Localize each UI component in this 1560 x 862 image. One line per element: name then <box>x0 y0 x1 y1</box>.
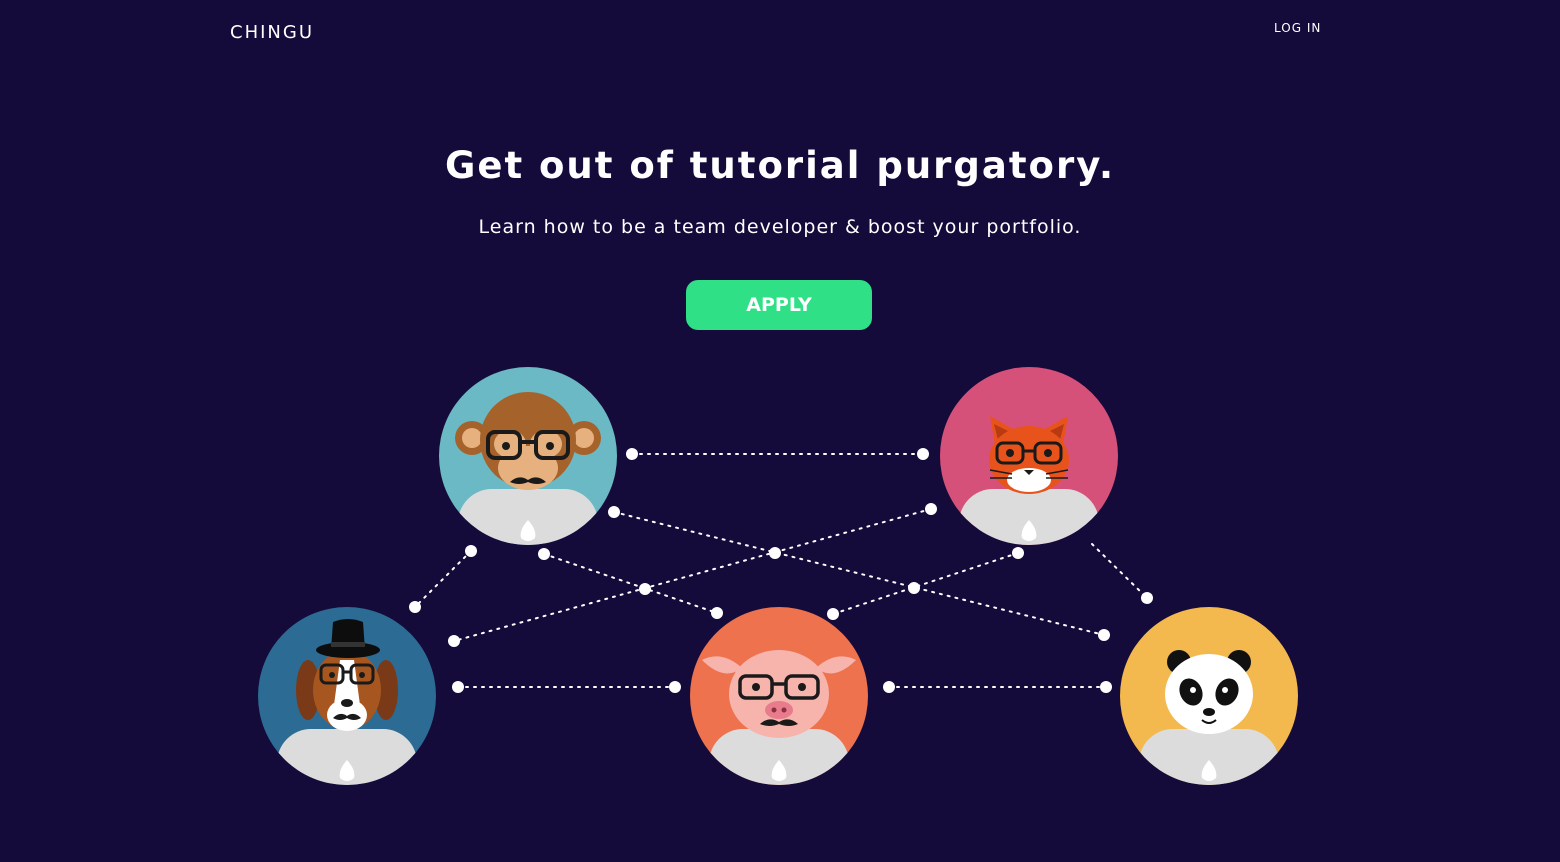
connector-node <box>465 545 477 557</box>
connector-node <box>448 635 460 647</box>
connector-node <box>409 601 421 613</box>
connector-node <box>769 547 781 559</box>
connector-node <box>925 503 937 515</box>
pig-avatar <box>690 607 868 785</box>
connector-node <box>608 506 620 518</box>
connector-node <box>917 448 929 460</box>
monkey-avatar <box>439 367 617 545</box>
connector-line <box>832 552 1019 615</box>
connector-node <box>452 681 464 693</box>
connector-line <box>1091 543 1148 599</box>
connector-node <box>711 607 723 619</box>
connector-line <box>414 550 472 608</box>
connector-node <box>626 448 638 460</box>
panda-avatar <box>1120 607 1298 785</box>
connector-node <box>1141 592 1153 604</box>
dog-avatar <box>258 607 436 785</box>
connector-node <box>1098 629 1110 641</box>
connector-node <box>669 681 681 693</box>
connector-node <box>908 582 920 594</box>
connector-node <box>639 583 651 595</box>
connector-node <box>883 681 895 693</box>
connector-node <box>1012 547 1024 559</box>
connector-node <box>827 608 839 620</box>
landing-page: CHINGU LOG IN Get out of tutorial purgat… <box>0 0 1560 862</box>
cat-avatar <box>940 367 1118 545</box>
connector-node <box>1100 681 1112 693</box>
connector-node <box>538 548 550 560</box>
team-network-illustration <box>258 367 1298 785</box>
connector-line <box>543 553 718 614</box>
